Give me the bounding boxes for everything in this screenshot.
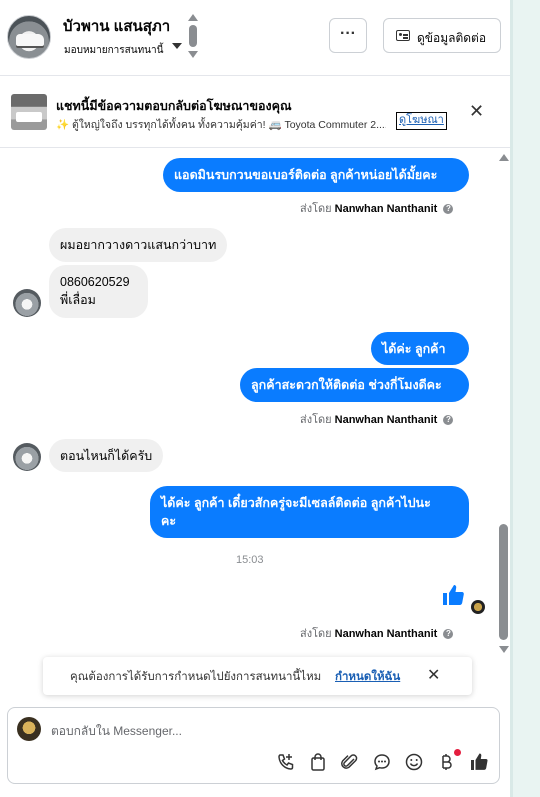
contact-name[interactable]: บัวพาน แสนสุภา [63, 14, 170, 38]
scroll-up-icon[interactable] [499, 154, 509, 161]
info-icon[interactable]: ? [443, 629, 454, 640]
scroll-up-icon[interactable] [188, 14, 198, 21]
sent-by-label: ส่งโดย Nanwhan Nanthanit ? [300, 199, 454, 217]
thread-scrollbar[interactable] [498, 152, 510, 657]
contact-card-icon [396, 30, 410, 41]
header-scrollbar[interactable] [187, 14, 199, 60]
ad-banner-title: แชทนี้มีข้อความตอบกลับต่อโฆษณาของคุณ [56, 99, 292, 113]
contact-avatar-small[interactable] [13, 443, 41, 471]
phone-plus-icon[interactable] [276, 752, 296, 772]
message-composer [7, 707, 500, 784]
thumbs-up-icon[interactable] [441, 583, 465, 607]
caret-down-icon[interactable] [172, 43, 182, 49]
message-bubble-outgoing[interactable]: ได้ค่ะ ลูกค้า เดี๋ยวสักครู่จะมีเซลล์ติดต… [150, 486, 469, 538]
sent-by-label: ส่งโดย Nanwhan Nanthanit ? [300, 624, 454, 642]
message-bubble-outgoing[interactable]: ได้ค่ะ ลูกค้า [371, 332, 469, 365]
baht-icon[interactable] [436, 752, 456, 772]
sent-by-prefix: ส่งโดย [300, 628, 332, 640]
sender-name: Nanwhan Nanthanit [334, 414, 438, 426]
assign-reminder-text: คุณต้องการได้รับการกำหนดไปยังการสนทนานี้… [70, 671, 322, 683]
reply-input[interactable] [51, 722, 451, 740]
page-avatar [17, 717, 41, 741]
info-icon[interactable]: ? [443, 415, 454, 426]
ad-reply-banner: แชทนี้มีข้อความตอบกลับต่อโฆษณาของคุณ ✨ ต… [0, 77, 510, 148]
sender-name: Nanwhan Nanthanit [334, 203, 438, 215]
messenger-panel: บัวพาน แสนสุภา มอบหมายการสนทนานี้ ··· ดู… [0, 0, 510, 797]
seen-avatar [471, 600, 485, 614]
thumbs-up-icon[interactable] [469, 752, 489, 772]
scroll-down-icon[interactable] [188, 51, 198, 58]
ad-thumbnail [11, 94, 47, 130]
info-icon[interactable]: ? [443, 204, 454, 215]
message-bubble-incoming[interactable]: ผมอยากวางดาวแสนกว่าบาท [49, 228, 228, 262]
scroll-thumb[interactable] [189, 25, 197, 47]
smiley-icon[interactable] [404, 752, 424, 772]
assign-to-me-link[interactable]: กำหนดให้ฉัน [335, 668, 400, 686]
sent-by-prefix: ส่งโดย [300, 203, 332, 215]
ad-banner-subtitle: ✨ ตู้ใหญ่ใจถึง บรรทุกได้ทั้งคน ทั้งความค… [56, 119, 386, 131]
background-strip [510, 0, 540, 797]
view-contact-label: ดูข้อมูลติดต่อ [417, 31, 487, 45]
view-ad-link[interactable]: ดูโฆษณา [396, 112, 447, 130]
scroll-down-icon[interactable] [499, 646, 509, 653]
message-timestamp: 15:03 [236, 554, 264, 566]
view-contact-button[interactable]: ดูข้อมูลติดต่อ [383, 18, 501, 53]
contact-avatar[interactable] [7, 15, 51, 59]
message-bubble-incoming[interactable]: 0860620529 พี่เลื่อม [49, 265, 148, 318]
paperclip-icon[interactable] [340, 752, 360, 772]
message-bubble-outgoing[interactable]: ลูกค้าสะดวกให้ติดต่อ ช่วงกี่โมงดีคะ [240, 368, 469, 402]
message-thread: แอดมินรบกวนขอเบอร์ติดต่อ ลูกค้าหน่อยได้ม… [0, 149, 510, 657]
chat-bubble-icon[interactable] [372, 752, 392, 772]
scroll-thumb[interactable] [499, 524, 508, 640]
sent-by-prefix: ส่งโดย [300, 414, 332, 426]
message-bubble-outgoing[interactable]: แอดมินรบกวนขอเบอร์ติดต่อ ลูกค้าหน่อยได้ม… [163, 158, 469, 192]
close-icon[interactable]: ✕ [427, 665, 440, 685]
close-icon[interactable]: ✕ [469, 101, 484, 122]
sent-by-label: ส่งโดย Nanwhan Nanthanit ? [300, 410, 454, 428]
shopping-bag-icon[interactable] [308, 752, 328, 772]
assign-reminder-toast: คุณต้องการได้รับการกำหนดไปยังการสนทนานี้… [43, 657, 472, 695]
notification-dot [454, 749, 461, 756]
more-options-button[interactable]: ··· [329, 18, 367, 53]
message-bubble-incoming[interactable]: ตอนไหนก็ได้ครับ [49, 439, 164, 472]
contact-avatar-small[interactable] [13, 289, 41, 317]
conversation-header: บัวพาน แสนสุภา มอบหมายการสนทนานี้ ··· ดู… [0, 0, 510, 76]
sender-name: Nanwhan Nanthanit [334, 628, 438, 640]
assign-conversation-dropdown[interactable]: มอบหมายการสนทนานี้ [64, 43, 163, 58]
